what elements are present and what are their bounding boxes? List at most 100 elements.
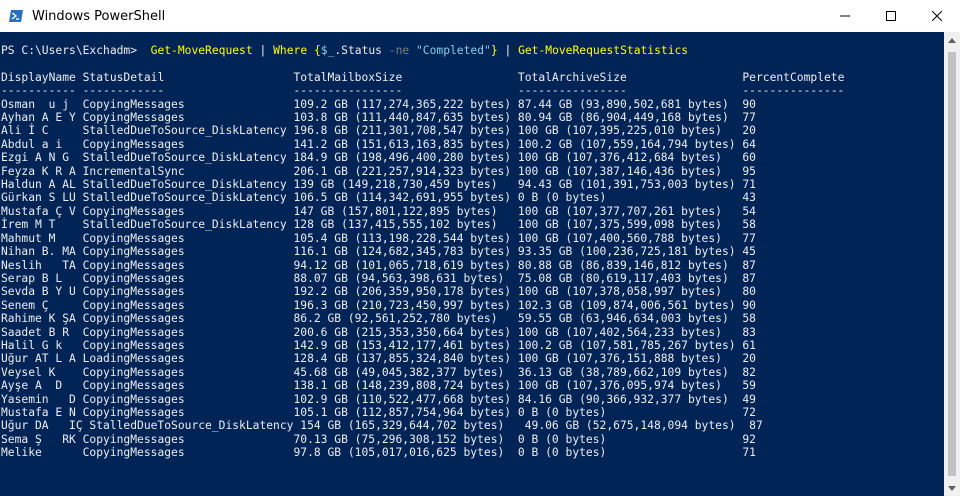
console-text: PS C:\Users\Exchadm> Get-MoveRequest | W… [1,44,844,460]
table-cell: 80 [742,285,756,299]
table-cell: 59 [742,379,756,393]
table-cell: 20 [742,352,756,366]
table-cell: İrem M T [1,218,83,232]
close-icon [932,11,942,21]
table-cell: 109.2 GB (117,274,365,222 bytes) [293,97,518,111]
table-cell: 139 GB (149,218,730,459 bytes) [293,178,518,192]
table-cell: 49.06 GB (52,675,148,094 bytes) [524,419,750,433]
table-cell: CopyingMessages [82,325,294,339]
table-cell: Melike [1,446,83,460]
table-header-underline: ----------- ------------ ---------------… [1,84,845,98]
result-table: DisplayName StatusDetail TotalMailboxSiz… [1,71,844,459]
console-output[interactable]: PS C:\Users\Exchadm> Get-MoveRequest | W… [0,32,944,496]
table-cell: Neslih TA [1,258,83,272]
table-row: Feyza K R A IncrementalSync 206.1 GB (22… [1,165,756,178]
table-cell: 45.68 GB (49,045,382,377 bytes) [293,365,518,379]
table-row: Saadet B R CopyingMessages 200.6 GB (215… [1,326,756,339]
table-cell: StalledDueToSource_DiskLatency [82,178,294,192]
table-cell: 142.9 GB (153,412,177,461 bytes) [293,338,518,352]
table-cell: Uğur AT L A [1,352,83,366]
prompt-line: PS C:\Users\Exchadm> Get-MoveRequest | W… [1,44,688,57]
table-cell: CopyingMessages [82,338,294,352]
table-row: Ayhan A E Y CopyingMessages 103.8 GB (11… [1,111,756,124]
table-cell: Ayhan A E Y [1,111,83,125]
table-row: Mahmut M CopyingMessages 105.4 GB (113,1… [1,232,756,245]
scroll-up-button[interactable] [944,32,960,48]
window-controls [822,0,960,32]
table-cell: 83 [742,325,756,339]
table-cell: 116.1 GB (124,682,345,783 bytes) [293,245,518,259]
minimize-icon [840,15,850,17]
table-cell: StalledDueToSource_DiskLatency [82,151,294,165]
table-cell: Mustafa Ç V [1,204,83,218]
table-cell: Feyza K R A [1,164,83,178]
table-cell: 0 B (0 bytes) [517,446,743,460]
table-row: Haldun A AL StalledDueToSource_DiskLaten… [1,178,756,191]
prompt-string: "Completed" [416,44,491,57]
maximize-icon [886,11,896,21]
vertical-scrollbar[interactable] [944,32,960,496]
table-cell: Ayşe A D [1,379,83,393]
table-cell: 154 GB (165,329,644,702 bytes) [300,419,525,433]
maximize-button[interactable] [868,0,914,32]
table-cell: LoadingMessages [82,352,294,366]
table-row: Ayşe A D CopyingMessages 138.1 GB (148,2… [1,379,756,392]
prompt-operator: -ne [388,44,410,57]
table-row: Mustafa E N CopyingMessages 105.1 GB (11… [1,406,756,419]
column-header: DisplayName [1,70,83,84]
table-cell: 0 B (0 bytes) [517,432,743,446]
table-cell: 94.12 GB (101,065,718,619 bytes) [293,258,518,272]
table-cell: 87 [749,419,763,433]
close-button[interactable] [914,0,960,32]
table-cell: Saadet B R [1,325,83,339]
prompt-cmd-get-moverequeststatistics: Get-MoveRequestStatistics [518,44,689,57]
table-cell: 84.16 GB (90,366,932,377 bytes) [517,392,743,406]
prompt-block-close: } [490,44,498,57]
table-cell: Sevda B Y U [1,285,83,299]
table-cell: 71 [742,446,756,460]
table-cell: 0 B (0 bytes) [517,191,743,205]
table-cell: 77 [742,111,756,125]
table-row: Serap B L CopyingMessages 88.07 GB (94,5… [1,272,756,285]
prompt-cmd-where: Where [273,44,308,57]
table-cell: 58 [742,218,756,232]
table-cell: 196.8 GB (211,301,708,547 bytes) [293,124,518,138]
table-cell: 100 GB (107,376,412,684 bytes) [517,151,743,165]
table-row: Veysel K CopyingMessages 45.68 GB (49,04… [1,366,756,379]
table-row: Neslih TA CopyingMessages 94.12 GB (101,… [1,259,756,272]
column-header: PercentComplete [742,70,845,84]
table-cell: 128 GB (137,415,555,102 bytes) [293,218,518,232]
table-row: Senem Ç CopyingMessages 196.3 GB (210,72… [1,299,756,312]
table-cell: 128.4 GB (137,855,324,840 bytes) [293,352,518,366]
table-cell: 80.88 GB (86,839,146,812 bytes) [517,258,743,272]
table-cell: CopyingMessages [82,97,294,111]
table-cell: 77 [742,231,756,245]
scroll-down-button[interactable] [944,480,960,496]
table-cell: 192.2 GB (206,359,950,178 bytes) [293,285,518,299]
table-cell: 100 GB (107,387,146,436 bytes) [517,164,743,178]
table-cell: CopyingMessages [82,392,294,406]
powershell-window: Windows PowerShell PS C:\Users\Exchadm> … [0,0,960,496]
table-cell: CopyingMessages [82,365,294,379]
table-cell: Mustafa E N [1,405,83,419]
minimize-button[interactable] [822,0,868,32]
table-cell: StalledDueToSource_DiskLatency [82,124,294,138]
table-cell: 100 GB (107,378,058,997 bytes) [517,285,743,299]
table-cell: 45 [742,245,756,259]
powershell-icon [9,10,23,22]
table-cell: 87 [742,271,756,285]
column-header: StatusDetail [82,70,294,84]
scroll-up-icon [948,37,956,43]
scroll-thumb[interactable] [948,52,956,476]
prompt-block-open: { [313,44,321,57]
table-cell: StalledDueToSource_DiskLatency [89,419,301,433]
table-cell: 75.08 GB (80,619,117,403 bytes) [517,271,743,285]
table-cell: IncrementalSync [82,164,294,178]
table-row: Ali İ C StalledDueToSource_DiskLatency 1… [1,124,756,137]
table-cell: Ezgi A N G [1,151,83,165]
column-header: TotalMailboxSize [293,70,518,84]
table-cell: 100 GB (107,376,095,974 bytes) [517,379,743,393]
table-cell: 100 GB (107,375,599,098 bytes) [517,218,743,232]
title-bar[interactable]: Windows PowerShell [0,0,960,32]
table-cell: CopyingMessages [82,231,294,245]
